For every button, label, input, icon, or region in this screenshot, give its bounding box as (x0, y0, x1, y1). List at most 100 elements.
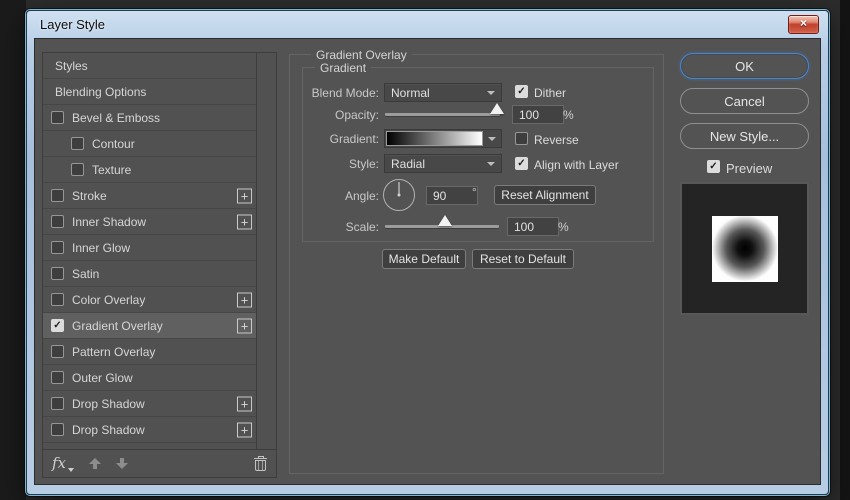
ok-button[interactable]: OK (680, 53, 809, 79)
angle-dial[interactable] (383, 179, 415, 211)
gradient-group-title: Gradient (315, 61, 372, 75)
reverse-checkbox[interactable] (515, 132, 528, 145)
sidebar-item-outer-glow[interactable]: Outer Glow (43, 365, 256, 391)
sidebar-item-label: Inner Shadow (72, 214, 147, 229)
sidebar-item-satin[interactable]: Satin (43, 261, 256, 287)
unchecked-checkbox[interactable] (51, 371, 64, 384)
reset-alignment-button[interactable]: Reset Alignment (494, 185, 596, 205)
preview-label: Preview (726, 161, 773, 176)
fx-icon: fx (52, 454, 67, 472)
scale-slider[interactable] (385, 215, 499, 228)
cancel-button[interactable]: Cancel (680, 88, 809, 114)
sidebar-item-label: Satin (72, 266, 100, 281)
reverse-label: Reverse (534, 133, 579, 147)
layer-style-dialog: Layer Style × Styles Blending Options Beve… (26, 10, 829, 495)
scale-input[interactable]: 100 (507, 217, 559, 236)
sidebar-item-stroke[interactable]: Stroke + (43, 183, 256, 209)
unchecked-checkbox[interactable] (51, 189, 64, 202)
sidebar-item-label: Contour (92, 136, 135, 151)
fx-menu-button[interactable]: fx (52, 454, 75, 472)
sidebar-item-label: Styles (55, 58, 88, 73)
unchecked-checkbox[interactable] (51, 397, 64, 410)
sidebar-item-contour[interactable]: Contour (43, 131, 256, 157)
sidebar-item-styles[interactable]: Styles (43, 53, 256, 79)
styles-list: Styles Blending Options Bevel & Emboss Cont… (43, 53, 257, 449)
blend-mode-value: Normal (391, 85, 430, 100)
angle-label: Angle: (344, 189, 379, 203)
sidebar-item-blending-options[interactable]: Blending Options (43, 79, 256, 105)
make-default-button[interactable]: Make Default (382, 249, 466, 269)
plus-icon[interactable]: + (237, 422, 252, 437)
gradient-overlay-group-title: Gradient Overlay (311, 48, 412, 62)
sidebar-item-label: Drop Shadow (72, 422, 145, 437)
unchecked-checkbox[interactable] (51, 267, 64, 280)
angle-unit: ° (472, 185, 477, 199)
sidebar-item-label: Drop Shadow (72, 396, 145, 411)
sidebar-item-texture[interactable]: Texture (43, 157, 256, 183)
new-style-button[interactable]: New Style... (680, 123, 809, 149)
preview-thumbnail (680, 182, 809, 315)
radial-gradient-preview (711, 215, 778, 282)
arrow-up-icon[interactable] (89, 458, 102, 469)
align-with-layer-checkbox[interactable]: ✓ (515, 157, 528, 170)
dialog-body: Styles Blending Options Bevel & Emboss Cont… (34, 38, 821, 485)
sidebar-item-label: Blending Options (55, 84, 147, 99)
styles-panel: Styles Blending Options Bevel & Emboss Cont… (42, 52, 277, 478)
arrow-down-icon[interactable] (116, 458, 128, 469)
align-with-layer-label: Align with Layer (534, 158, 619, 172)
style-label: Style: (348, 157, 379, 171)
blend-mode-dropdown[interactable]: Normal (384, 83, 502, 102)
dither-label: Dither (534, 86, 567, 100)
checked-checkbox[interactable]: ✓ (51, 319, 64, 332)
sidebar-item-label: Texture (92, 162, 132, 177)
dither-checkbox[interactable]: ✓ (515, 85, 528, 98)
close-button[interactable]: × (788, 15, 819, 34)
plus-icon[interactable]: + (237, 214, 252, 229)
style-dropdown[interactable]: Radial (384, 154, 502, 173)
gradient-picker[interactable] (384, 129, 502, 148)
unchecked-checkbox[interactable] (51, 241, 64, 254)
angle-input[interactable]: 90 (426, 186, 478, 205)
window-title: Layer Style (40, 17, 106, 32)
sidebar-item-inner-glow[interactable]: Inner Glow (43, 235, 256, 261)
gradient-label: Gradient: (329, 132, 379, 146)
sidebar-item-label: Outer Glow (72, 370, 133, 385)
trash-icon[interactable] (254, 455, 267, 471)
opacity-slider-thumb[interactable] (489, 103, 504, 114)
opacity-label: Opacity: (334, 108, 379, 122)
chevron-down-icon (487, 90, 495, 95)
sidebar-item-label: Color Overlay (72, 292, 146, 307)
styles-footer: fx (43, 449, 276, 477)
unchecked-checkbox[interactable] (51, 111, 64, 124)
unchecked-checkbox[interactable] (51, 345, 64, 358)
reset-to-default-button[interactable]: Reset to Default (472, 249, 574, 269)
unchecked-checkbox[interactable] (51, 293, 64, 306)
sidebar-item-drop-shadow[interactable]: Drop Shadow + (43, 391, 256, 417)
plus-icon[interactable]: + (237, 318, 252, 333)
sidebar-item-label: Bevel & Emboss (72, 110, 161, 125)
unchecked-checkbox[interactable] (51, 423, 64, 436)
plus-icon[interactable]: + (237, 188, 252, 203)
opacity-slider[interactable] (385, 103, 504, 116)
caret-down-icon (68, 468, 75, 472)
plus-icon[interactable]: + (237, 292, 252, 307)
sidebar-item-bevel-emboss[interactable]: Bevel & Emboss (43, 105, 256, 131)
sidebar-item-drop-shadow[interactable]: Drop Shadow + (43, 417, 256, 443)
unchecked-checkbox[interactable] (51, 215, 64, 228)
titlebar[interactable]: Layer Style × (27, 11, 828, 38)
opacity-input[interactable]: 100 (512, 105, 564, 124)
plus-icon[interactable]: + (237, 396, 252, 411)
sidebar-item-inner-shadow[interactable]: Inner Shadow + (43, 209, 256, 235)
scale-slider-thumb[interactable] (438, 215, 453, 226)
chevron-down-icon (488, 136, 496, 141)
gradient-swatch (387, 132, 482, 145)
trash-lid-handle (258, 455, 264, 459)
sidebar-item-color-overlay[interactable]: Color Overlay + (43, 287, 256, 313)
preview-checkbox[interactable]: ✓ (707, 160, 720, 173)
opacity-unit: % (563, 108, 574, 122)
sidebar-item-pattern-overlay[interactable]: Pattern Overlay (43, 339, 256, 365)
scale-unit: % (558, 220, 569, 234)
unchecked-checkbox[interactable] (71, 163, 84, 176)
sidebar-item-gradient-overlay[interactable]: ✓ Gradient Overlay + (43, 313, 256, 339)
unchecked-checkbox[interactable] (71, 137, 84, 150)
